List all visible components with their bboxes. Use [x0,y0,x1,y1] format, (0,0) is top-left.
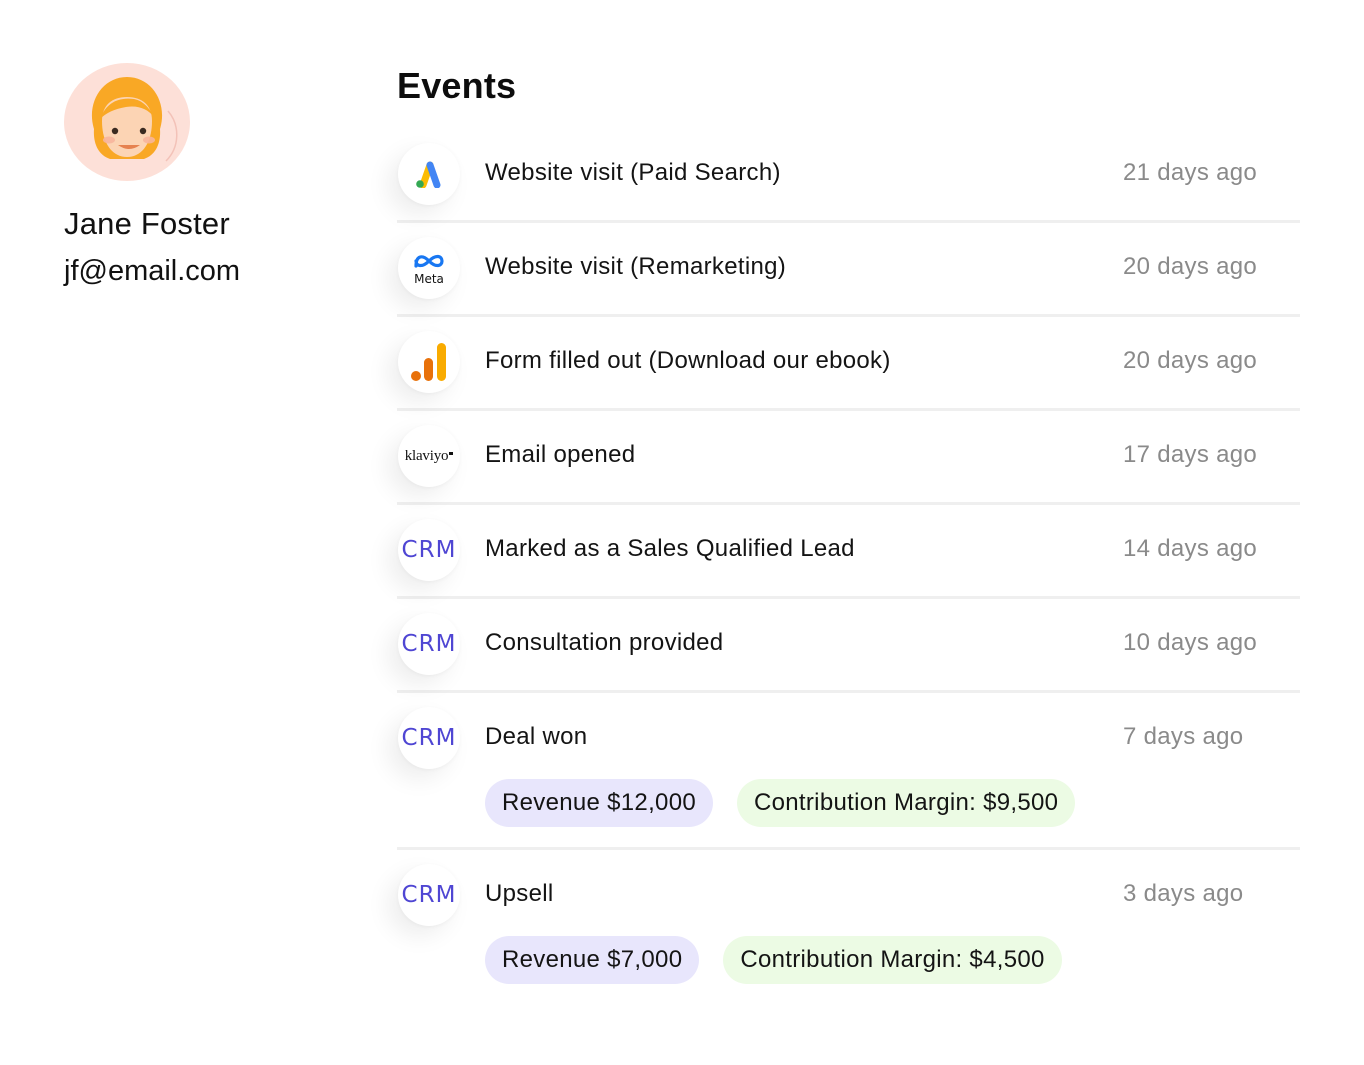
meta-label: Meta [414,271,444,286]
event-label: Deal won [485,723,588,750]
event-row[interactable]: klaviyo Email opened 17 days ago [397,411,1300,505]
event-tags: Revenue $7,000 Contribution Margin: $4,5… [397,936,1300,1004]
event-row[interactable]: CRM Upsell 3 days ago Revenue $7,000 Con… [397,850,1300,1004]
crm-label: CRM [401,631,457,657]
crm-label: CRM [401,725,457,751]
events-title: Events [397,65,517,106]
events-panel: Events Website visit (Paid Search) 21 da… [397,62,1300,1004]
crm-icon: CRM [398,707,460,769]
profile-card: Jane Foster jf@email.com [64,63,324,289]
google-ads-icon [398,143,460,205]
event-row[interactable]: Meta Website visit (Remarketing) 20 days… [397,223,1300,317]
event-row[interactable]: CRM Consultation provided 10 days ago [397,599,1300,693]
revenue-tag: Revenue $12,000 [485,779,713,827]
contribution-margin-tag: Contribution Margin: $9,500 [737,779,1076,827]
event-row[interactable]: CRM Marked as a Sales Qualified Lead 14 … [397,505,1300,599]
crm-label: CRM [401,882,457,908]
event-label: Upsell [485,880,554,907]
event-label: Consultation provided [485,629,724,656]
profile-name: Jane Foster [64,206,230,241]
event-time: 20 days ago [1123,253,1258,280]
event-tags: Revenue $12,000 Contribution Margin: $9,… [397,779,1300,847]
event-label: Website visit (Remarketing) [485,253,787,280]
event-label: Website visit (Paid Search) [485,159,781,186]
event-label: Email opened [485,441,636,468]
event-row[interactable]: Website visit (Paid Search) 21 days ago [397,129,1300,223]
event-time: 7 days ago [1123,723,1244,750]
event-row[interactable]: CRM Deal won 7 days ago Revenue $12,000 … [397,693,1300,850]
avatar-illustration [64,63,190,181]
crm-label: CRM [401,537,457,563]
revenue-tag: Revenue $7,000 [485,936,700,984]
google-analytics-icon [398,331,460,393]
event-time: 3 days ago [1123,880,1244,907]
event-time: 21 days ago [1123,159,1258,186]
klaviyo-flag [449,451,454,455]
event-row[interactable]: Form filled out (Download our ebook) 20 … [397,317,1300,411]
klaviyo-icon: klaviyo [398,425,460,487]
profile-email: jf@email.com [64,255,241,287]
event-label: Marked as a Sales Qualified Lead [485,535,855,562]
crm-icon: CRM [398,519,460,581]
avatar [64,63,190,181]
event-time: 20 days ago [1123,347,1258,374]
klaviyo-wordmark: klaviyo [404,447,449,464]
crm-icon: CRM [398,613,460,675]
event-time: 14 days ago [1123,535,1258,562]
event-time: 10 days ago [1123,629,1258,656]
event-time: 17 days ago [1123,441,1258,468]
meta-icon: Meta [398,237,460,299]
crm-icon: CRM [398,864,460,926]
event-label: Form filled out (Download our ebook) [485,347,891,374]
contribution-margin-tag: Contribution Margin: $4,500 [723,936,1062,984]
